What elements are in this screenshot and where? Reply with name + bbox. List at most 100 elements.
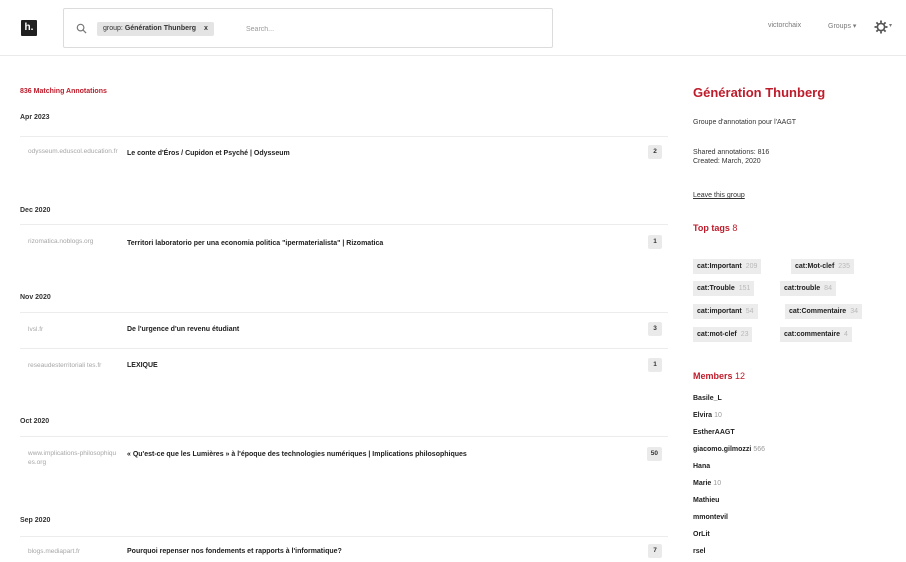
tag-chip[interactable]: cat:mot-clef 23 — [693, 327, 753, 342]
member-name: EstherAAGT — [693, 429, 735, 436]
tag-name: cat:Mot-clef — [795, 263, 835, 270]
row-domain[interactable]: rizomatica.noblogs.org — [28, 237, 118, 246]
member-item: Marie 10 — [693, 480, 721, 487]
annotation-count-badge: 1 — [648, 358, 662, 372]
tag-count: 209 — [745, 263, 758, 270]
chip-key: group: — [103, 25, 123, 32]
tag-chip[interactable]: cat:important 54 — [693, 304, 758, 319]
annotation-count-badge: 7 — [648, 544, 662, 558]
annotation-row[interactable]: reseaudesterritoriali tes.fr LEXIQUE 1 — [20, 348, 668, 394]
search-filter-chip: group: Génération Thunberg x — [97, 22, 214, 36]
row-title[interactable]: LEXIQUE — [127, 361, 627, 370]
member-item: Hana — [693, 463, 712, 470]
members-label: Members — [693, 371, 733, 381]
member-name: Elvira — [693, 412, 713, 419]
annotation-row[interactable]: www.implications-philosophiques.org « Qu… — [20, 436, 668, 482]
row-title[interactable]: Territori laboratorio per una economia p… — [127, 239, 627, 248]
username-link[interactable]: victorchaix — [768, 22, 801, 29]
tag-chip[interactable]: cat:Mot-clef 235 — [791, 259, 854, 274]
members-count: 12 — [735, 371, 746, 381]
gear-icon[interactable] — [874, 20, 888, 34]
row-domain[interactable]: lvsl.fr — [28, 325, 118, 334]
member-item: Mathieu — [693, 497, 721, 504]
leave-group-link[interactable]: Leave this group — [693, 192, 745, 199]
annotation-count-badge: 2 — [648, 145, 662, 159]
members-heading: Members 12 — [693, 371, 745, 381]
tag-name: cat:mot-clef — [697, 331, 737, 338]
member-item: mmontevil — [693, 514, 730, 521]
tag-count: 23 — [740, 331, 749, 338]
member-name: Hana — [693, 463, 711, 470]
row-domain[interactable]: blogs.mediapart.fr — [28, 547, 118, 556]
member-item: Elvira 10 — [693, 412, 722, 419]
group-description: Groupe d'annotation pour l'AAGT — [693, 119, 797, 126]
month-heading: Apr 2023 — [20, 114, 50, 121]
member-name: mmontevil — [693, 514, 729, 521]
member-name: giacomo.gilmozzi — [693, 446, 752, 453]
top-tags-heading: Top tags 8 — [693, 223, 737, 233]
groups-menu[interactable]: Groups ▾ — [828, 22, 856, 30]
results-count-number: 836 — [20, 88, 32, 95]
group-created-date: Created: March, 2020 — [693, 158, 761, 165]
member-item: Basile_L — [693, 395, 724, 402]
chevron-down-icon[interactable]: ▾ — [889, 22, 892, 29]
top-bar: h. group: Génération Thunberg x victorch… — [0, 0, 906, 56]
tag-name: cat:important — [697, 308, 742, 315]
row-title[interactable]: « Qu'est-ce que les Lumières » à l'époqu… — [127, 450, 627, 459]
tag-count: 54 — [745, 308, 754, 315]
shared-annotations-count: Shared annotations: 816 — [693, 149, 770, 156]
hypothesis-logo[interactable]: h. — [21, 20, 37, 36]
tag-chip[interactable]: cat:Trouble 151 — [693, 281, 755, 296]
tag-count: 84 — [824, 285, 832, 292]
annotation-row[interactable]: odysseum.eduscol.education.fr Le conte d… — [20, 136, 668, 180]
annotation-count-badge: 50 — [646, 447, 662, 461]
member-item: EstherAAGT — [693, 429, 737, 436]
search-icon — [76, 23, 87, 34]
row-domain[interactable]: reseaudesterritoriali tes.fr — [28, 361, 118, 370]
member-item: OrLit — [693, 531, 712, 538]
member-name: Basile_L — [693, 395, 722, 402]
month-heading: Nov 2020 — [20, 294, 51, 301]
tag-chip[interactable]: cat:Important 209 — [693, 259, 762, 274]
member-name: Mathieu — [693, 497, 720, 504]
tag-count: 235 — [838, 263, 850, 270]
tag-name: cat:commentaire — [784, 331, 841, 338]
search-box[interactable]: group: Génération Thunberg x — [63, 8, 553, 48]
top-tags-count: 8 — [732, 223, 738, 233]
group-stats: Shared annotations: 816 Created: March, … — [693, 148, 769, 166]
annotation-row[interactable]: blogs.mediapart.fr Pourquoi repenser nos… — [20, 536, 668, 562]
member-item: rsel — [693, 548, 707, 555]
month-heading: Sep 2020 — [20, 517, 51, 524]
row-title[interactable]: Le conte d'Éros / Cupidon et Psyché | Od… — [127, 149, 627, 158]
row-title[interactable]: Pourquoi repenser nos fondements et rapp… — [127, 547, 627, 556]
member-annotation-count: 10 — [714, 412, 722, 419]
search-input[interactable] — [246, 22, 526, 36]
tag-chip[interactable]: cat:commentaire 4 — [780, 327, 852, 342]
annotation-row[interactable]: lvsl.fr De l'urgence d'un revenu étudian… — [20, 312, 668, 348]
member-item: giacomo.gilmozzi 566 — [693, 446, 765, 453]
remove-filter-icon[interactable]: x — [204, 22, 208, 36]
member-annotation-count: 10 — [713, 480, 722, 487]
annotation-count-badge: 1 — [648, 235, 662, 249]
tag-chip[interactable]: cat:trouble 84 — [780, 281, 836, 296]
results-count-label: Matching Annotations — [33, 88, 107, 95]
chip-value: Génération Thunberg — [124, 25, 196, 32]
row-domain[interactable]: odysseum.eduscol.education.fr — [28, 147, 118, 156]
member-name: Marie — [693, 480, 712, 487]
annotation-row[interactable]: rizomatica.noblogs.org Territori laborat… — [20, 224, 668, 270]
row-title[interactable]: De l'urgence d'un revenu étudiant — [127, 325, 627, 334]
month-heading: Dec 2020 — [20, 207, 51, 214]
member-name: rsel — [693, 548, 706, 555]
tag-name: cat:Important — [697, 263, 742, 270]
top-tags-label: Top tags — [693, 223, 730, 233]
tag-name: cat:trouble — [784, 285, 821, 292]
month-heading: Oct 2020 — [20, 418, 50, 425]
row-domain[interactable]: www.implications-philosophiques.org — [28, 449, 118, 467]
tag-count: 151 — [738, 285, 751, 292]
tag-name: cat:Trouble — [697, 285, 735, 292]
tag-count: 4 — [844, 331, 848, 338]
tag-chip[interactable]: cat:Commentaire 34 — [785, 304, 862, 319]
tag-count: 34 — [850, 308, 858, 315]
group-title: Génération Thunberg — [693, 85, 826, 100]
annotation-count-badge: 3 — [648, 322, 662, 336]
